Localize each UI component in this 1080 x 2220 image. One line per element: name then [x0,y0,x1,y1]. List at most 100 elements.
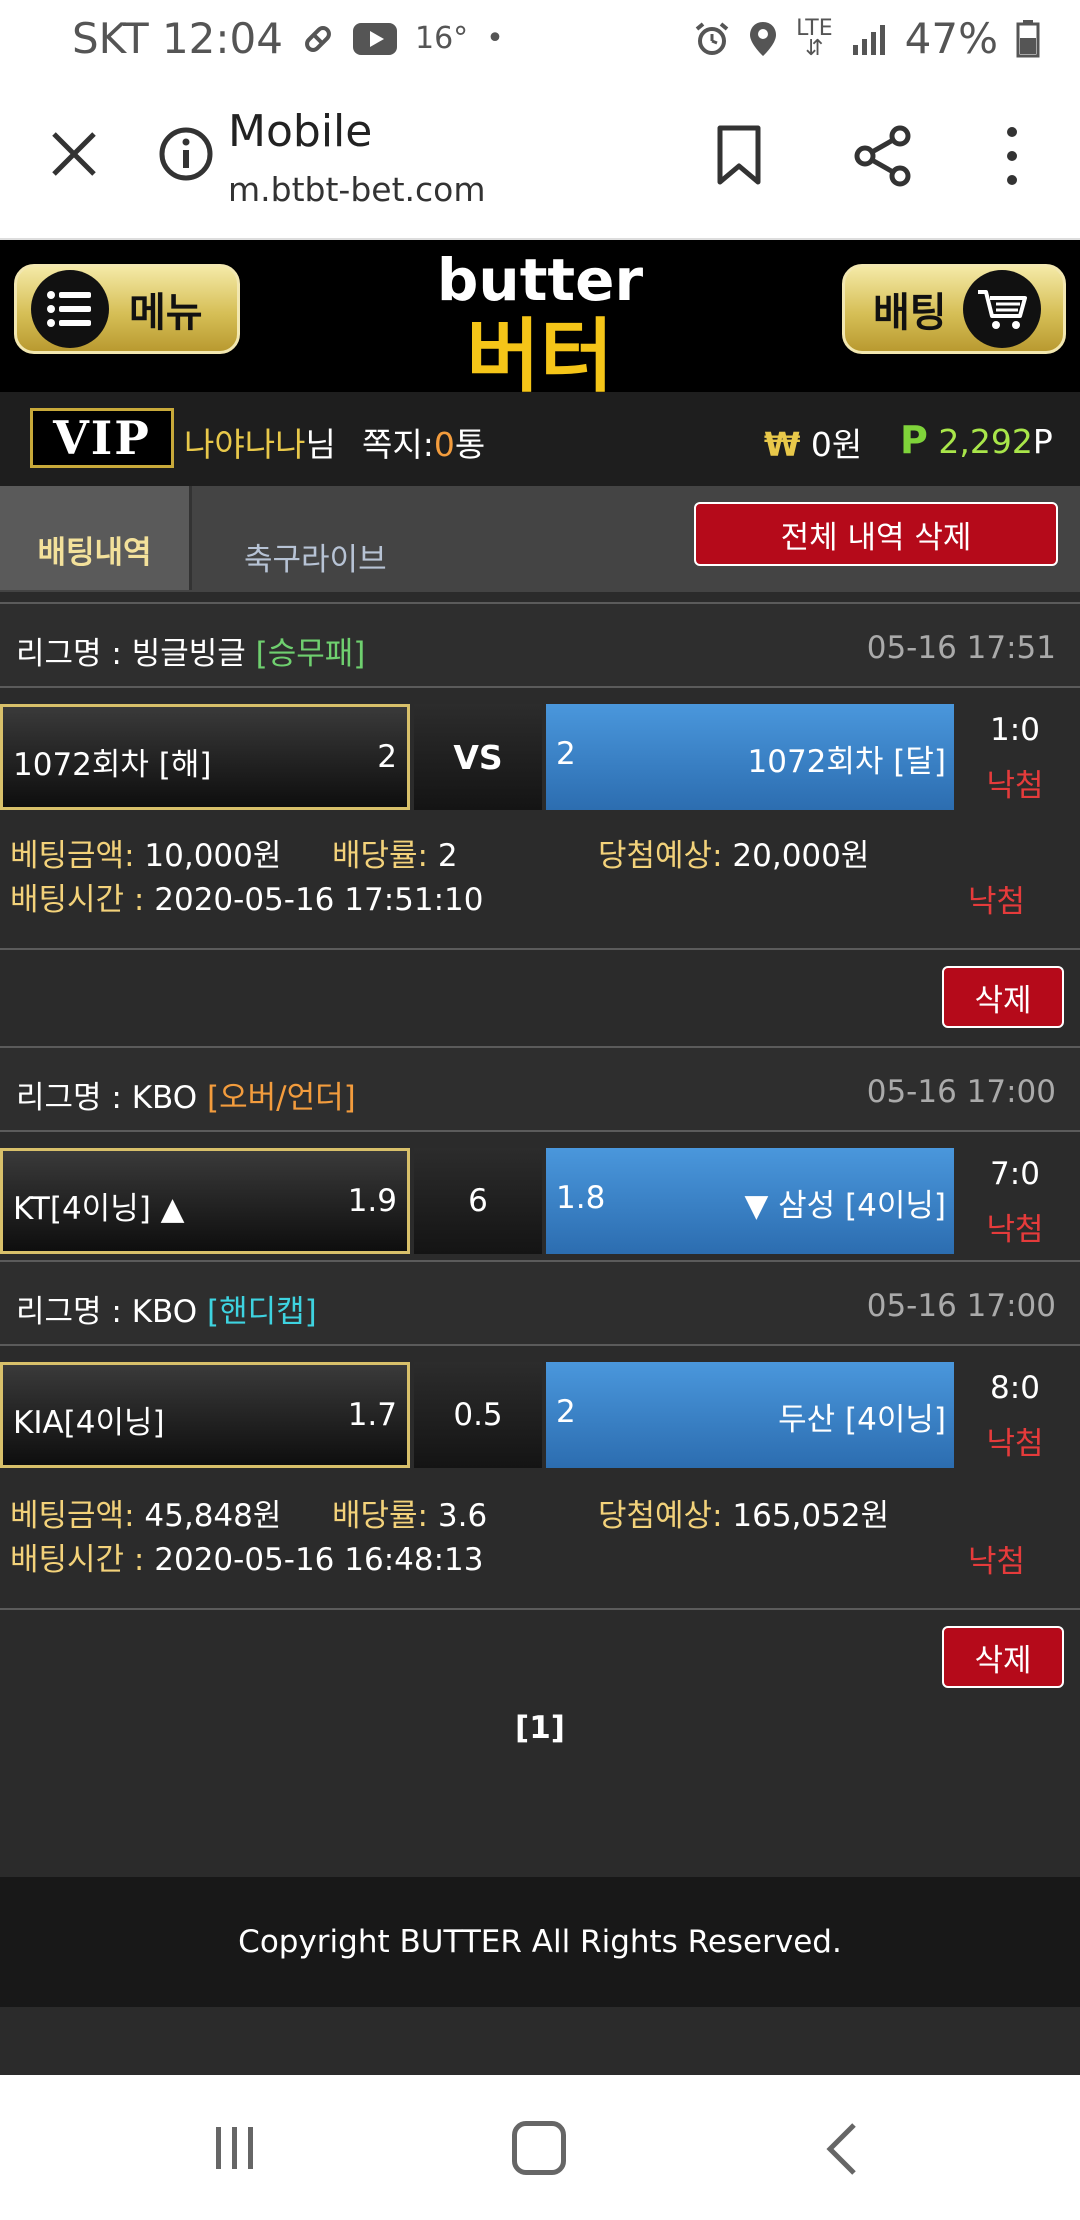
home-team-pick[interactable]: KIA[4이닝] 1.7 [0,1362,410,1468]
market-type: [핸디캡] [207,1294,317,1330]
home-odds: 2 [377,739,397,775]
bet-expected-win: 당첨예상: 165,052원 [598,1498,890,1534]
away-team-pick[interactable]: 2 두산 [4이닝] [546,1362,954,1468]
bet-rate: 배당률: 3.6 [332,1498,488,1534]
close-icon[interactable] [44,124,104,184]
menu-button[interactable]: 메뉴 [14,264,240,354]
over-arrow-icon: ▲ [160,1191,185,1227]
share-icon[interactable] [852,124,914,188]
status-bar: SKT 12:04 16° • LTE ⇵ 47% [0,0,1080,78]
away-odds: 1.8 [556,1180,606,1216]
bet-rate: 배당률: 2 [332,838,458,874]
home-team-name: 1072회차 [해] [13,747,212,783]
league-name: 리그명 : KBO [16,1294,198,1330]
away-team-name: 두산 [4이닝] [778,1402,946,1438]
match-middle[interactable]: 6 [414,1148,542,1254]
market-type: [승무패] [255,636,366,672]
page-url[interactable]: m.btbt-bet.com [228,170,485,209]
away-team-name: 1072회차 [달] [747,744,947,780]
back-icon[interactable] [822,2119,862,2179]
bet-summary: 베팅금액: 45,848원 배당률: 3.6 당첨예상: 165,052원 배팅… [0,1472,1080,1602]
bet-time: 배팅시간 : 2020-05-16 16:48:13 [10,1542,484,1578]
page-bottom-spacer [0,2007,1080,2075]
carrier-time: SKT 12:04 [72,14,283,63]
pill-icon [305,25,331,52]
points-icon: P [900,418,928,462]
away-odds: 2 [556,1394,576,1430]
home-odds: 1.7 [347,1397,397,1433]
away-team-pick[interactable]: 1.8 ▼ 삼성 [4이닝] [546,1148,954,1254]
away-odds: 2 [556,736,576,772]
match-middle[interactable]: VS [414,704,542,810]
match-score: 8:0 [990,1370,1040,1406]
game-date: 05-16 17:00 [866,1288,1056,1324]
info-icon[interactable] [158,126,214,182]
temperature: 16° [414,21,469,56]
alarm-icon [695,21,729,55]
game-date: 05-16 17:00 [866,1074,1056,1110]
match-result: 낙첨 [986,1212,1044,1248]
recent-apps-icon[interactable] [210,2123,260,2173]
home-icon[interactable] [512,2121,566,2175]
cart-icon [962,270,1041,348]
match-result: 낙첨 [986,768,1044,804]
delete-button[interactable]: 삭제 [942,1626,1064,1688]
butter-logo[interactable]: butter 버터 [405,248,675,392]
home-team-pick[interactable]: 1072회차 [해] 2 [0,704,410,810]
tab-betting-history[interactable]: 배팅내역 [0,486,192,590]
league-header: 리그명 : KBO [핸디캡] 05-16 17:00 [0,1260,1080,1346]
won-icon: ₩ [764,425,801,464]
betting-label: 배팅 [873,290,947,336]
bookmark-icon[interactable] [714,124,764,186]
betting-history-list: 리그명 : 빙글빙글 [승무패] 05-16 17:51 1072회차 [해] … [0,592,1080,1877]
site-footer: Copyright BUTTER All Rights Reserved. [0,1877,1080,2007]
more-options-icon[interactable] [998,124,1026,188]
match-result: 낙첨 [986,1426,1044,1462]
bet-time: 배팅시간 : 2020-05-16 17:51:10 [10,882,484,918]
bet-summary: 베팅금액: 10,000원 배당률: 2 당첨예상: 20,000원 배팅시간 … [0,812,1080,942]
signal-icon [852,24,885,55]
match-middle[interactable]: 0.5 [414,1362,542,1468]
username: 나야나나님 [184,425,336,464]
bet-result: 낙첨 [968,1544,1026,1580]
under-arrow-icon: ▼ [744,1188,769,1224]
home-team-pick[interactable]: KT[4이닝] ▲ 1.9 [0,1148,410,1254]
game-date: 05-16 17:51 [866,630,1056,666]
delete-button[interactable]: 삭제 [942,966,1064,1028]
menu-label: 메뉴 [129,290,203,336]
bet-result: 낙첨 [968,884,1026,920]
youtube-icon [352,22,397,55]
betting-button[interactable]: 배팅 [842,264,1066,354]
page-title: Mobile [228,106,373,157]
home-odds: 1.9 [347,1183,397,1219]
away-team-name: 삼성 [4이닝] [778,1188,946,1224]
user-info-bar: VIP 나야나나님 쪽지:0통 ₩ 0원 P 2,292P [0,392,1080,486]
delete-all-button[interactable]: 전체 내역 삭제 [694,502,1058,566]
match-score: 7:0 [990,1156,1040,1192]
location-icon [750,21,777,56]
league-header: 리그명 : KBO [오버/언더] 05-16 17:00 [0,1046,1080,1132]
match-row: KT[4이닝] ▲ 1.9 6 1.8 ▼ 삼성 [4이닝] 7:0 낙첨 [0,1148,1080,1254]
memo-link[interactable]: 쪽지:0통 [362,418,485,466]
logo-text-en: butter [437,248,644,314]
list-icon [31,270,109,348]
bet-amount: 베팅금액: 10,000원 [10,838,282,874]
lte-label: LTE ⇵ [796,15,833,61]
tab-soccer-live[interactable]: 축구라이브 [244,534,387,579]
android-navigation-bar [0,2075,1080,2220]
pagination-page-1[interactable]: [1] [0,1710,1080,1746]
match-row: KIA[4이닝] 1.7 0.5 2 두산 [4이닝] 8:0 낙첨 [0,1362,1080,1468]
browser-toolbar: Mobile m.btbt-bet.com [0,78,1080,240]
market-type: [오버/언더] [207,1080,356,1116]
money-balance: ₩ 0원 [764,425,863,464]
bet-expected-win: 당첨예상: 20,000원 [598,838,870,874]
bet-actions: 삭제 [0,948,1080,1048]
battery-icon [1016,19,1040,57]
home-team-name: KT[4이닝] [13,1191,151,1227]
bet-amount: 베팅금액: 45,848원 [10,1498,282,1534]
site-header: 메뉴 butter 버터 배팅 [0,240,1080,392]
league-header: 리그명 : 빙글빙글 [승무패] 05-16 17:51 [0,602,1080,688]
vip-badge: VIP [30,408,174,468]
away-team-pick[interactable]: 2 1072회차 [달] [546,704,954,810]
tabs-bar: 배팅내역 축구라이브 전체 내역 삭제 [0,486,1080,592]
